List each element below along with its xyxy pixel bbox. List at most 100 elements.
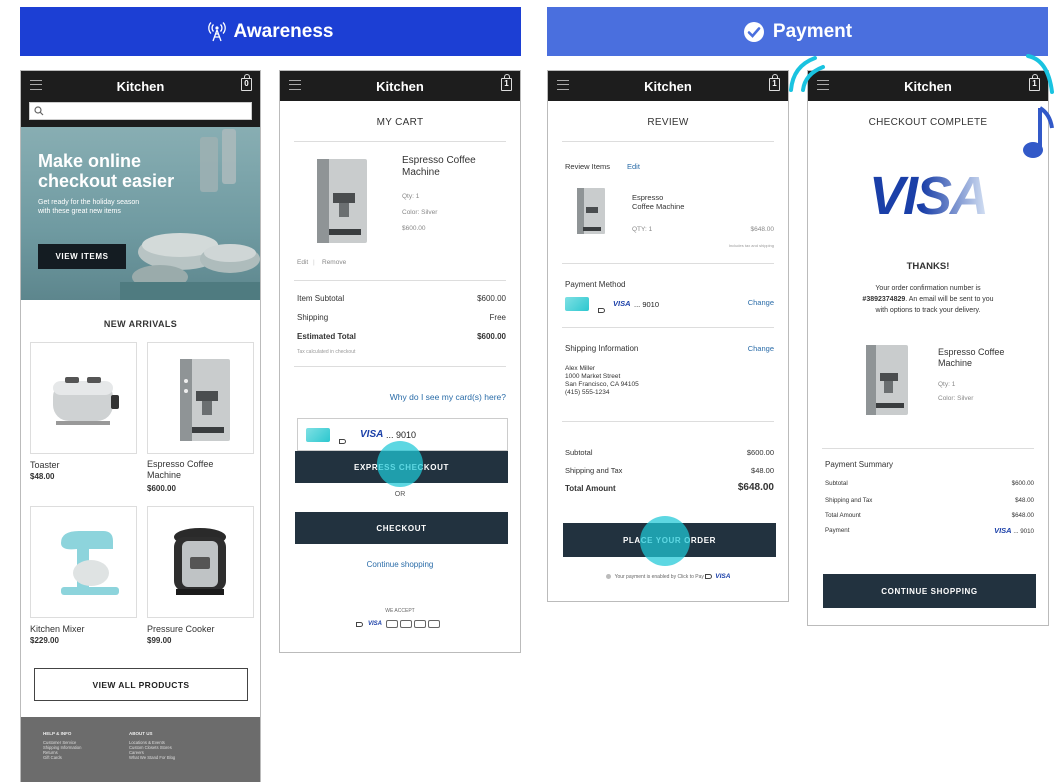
shopping-bag-icon[interactable]: 1: [769, 74, 780, 91]
footer-link[interactable]: What We Stand For Blog: [129, 755, 175, 760]
footer-help-title: HELP & INFO: [43, 731, 72, 736]
complete-item-line2: Machine: [938, 358, 973, 368]
visa-logo: VISA: [808, 166, 1048, 226]
contactless-icon: [598, 302, 608, 320]
edit-items-link[interactable]: Edit: [627, 161, 640, 173]
tap-indicator: [640, 516, 690, 566]
review-items-label: Review Items: [565, 162, 611, 171]
continue-shopping-link[interactable]: Continue shopping: [280, 559, 520, 571]
address-line: (415) 555-1234: [565, 389, 610, 396]
thanks-heading: THANKS!: [906, 261, 950, 272]
pressure-cooker-image: [174, 528, 226, 595]
payment-method-label: Payment Method: [565, 280, 626, 289]
menu-icon[interactable]: [289, 80, 301, 90]
cart-item-name-line1[interactable]: Espresso Coffee: [402, 155, 476, 167]
remove-link[interactable]: Remove: [322, 257, 346, 269]
cart-item-name-line2[interactable]: Machine: [402, 167, 440, 179]
checkout-button[interactable]: CHECKOUT: [295, 512, 508, 544]
shopping-bag-icon[interactable]: 0: [241, 74, 252, 91]
store-header: Kitchen 1: [280, 71, 520, 101]
product-price-pressure-cooker: $99.00: [147, 636, 172, 645]
product-name-mixer[interactable]: Kitchen Mixer: [30, 623, 85, 635]
tax-note: Tax calculated in checkout: [297, 349, 356, 355]
link-separator: |: [313, 259, 315, 266]
product-name-espresso[interactable]: Espresso Coffee Machine: [147, 459, 247, 481]
payment-title: Payment: [772, 20, 853, 42]
toaster-image: [53, 377, 119, 425]
review-item-price: $648.00: [750, 226, 775, 233]
change-payment-link[interactable]: Change: [748, 297, 774, 309]
summary-label: Total Amount: [825, 512, 861, 519]
review-total-label: Total Amount: [565, 484, 616, 493]
continue-shopping-button[interactable]: CONTINUE SHOPPING: [823, 574, 1036, 608]
menu-icon[interactable]: [557, 80, 569, 90]
hero-banner: Make online checkout easier Get ready fo…: [21, 127, 260, 300]
summary-card-brand: VISA: [994, 526, 1012, 535]
product-price-toaster: $48.00: [30, 472, 55, 481]
view-items-button[interactable]: VIEW ITEMS: [38, 244, 126, 269]
click-to-pay-note: Your payment is enabled by Click to Pay …: [548, 573, 788, 580]
store-title: Kitchen: [904, 78, 952, 94]
page-title: MY CART: [376, 117, 424, 128]
page-title: CHECKOUT COMPLETE: [868, 117, 988, 128]
cart-count: 1: [772, 79, 777, 88]
product-tile-mixer[interactable]: [30, 506, 137, 618]
summary-value: $600.00: [1011, 480, 1034, 487]
estimated-total-value: $600.00: [477, 332, 506, 341]
complete-item-color: Color: Silver: [938, 395, 974, 402]
address-line: Alex Miller: [565, 365, 595, 372]
click-to-pay-text: Your payment is enabled by Click to Pay: [614, 574, 704, 580]
cart-count: 0: [244, 79, 249, 88]
why-cards-link[interactable]: Why do I see my card(s) here?: [390, 391, 506, 403]
menu-icon[interactable]: [30, 80, 42, 90]
confirmation-number: #3892374829: [862, 296, 906, 303]
product-price-espresso: $600.00: [147, 484, 176, 493]
product-tile-pressure-cooker[interactable]: [147, 506, 254, 618]
espresso-machine-image: [180, 359, 230, 441]
view-all-products-button[interactable]: VIEW ALL PRODUCTS: [34, 668, 248, 701]
card-digits: ... 9010: [386, 430, 417, 440]
change-shipping-link[interactable]: Change: [748, 343, 774, 355]
espresso-machine-image: [317, 159, 367, 243]
summary-card-digits: ... 9010: [1013, 528, 1034, 535]
awareness-banner: Awareness: [20, 7, 521, 56]
store-title: Kitchen: [376, 78, 424, 94]
search-input[interactable]: [29, 102, 252, 120]
footer-link[interactable]: Gift Cards: [43, 755, 62, 760]
complete-item-qty: Qty: 1: [938, 381, 956, 388]
shopping-bag-icon[interactable]: 1: [501, 74, 512, 91]
espresso-machine-image: [577, 188, 605, 234]
payment-summary-heading: Payment Summary: [825, 460, 894, 469]
estimated-total-label: Estimated Total: [297, 332, 356, 341]
store-title: Kitchen: [116, 78, 165, 94]
cart-item-color: Color: Silver: [402, 209, 438, 216]
summary-value: $648.00: [1011, 512, 1034, 519]
store-header: Kitchen 1: [548, 71, 788, 101]
product-name-pressure-cooker[interactable]: Pressure Cooker: [147, 623, 215, 635]
review-screen: Kitchen 1 REVIEW Review Items Edit Espre…: [547, 70, 789, 602]
complete-item-line1: Espresso Coffee: [938, 347, 1005, 357]
product-tile-toaster[interactable]: [30, 342, 137, 454]
product-tile-espresso[interactable]: [147, 342, 254, 454]
item-subtotal-value: $600.00: [477, 294, 506, 303]
footer-about-title: ABOUT US: [129, 731, 153, 736]
search-icon: [34, 106, 44, 116]
contactless-waves-icon: [789, 56, 825, 92]
hero-title-line1: Make online: [38, 151, 142, 171]
product-price-mixer: $229.00: [30, 636, 59, 645]
summary-value: $48.00: [1015, 497, 1034, 504]
review-subtotal-value: $600.00: [746, 448, 774, 457]
accept-brand: VISA: [368, 621, 383, 627]
hero-subtitle-line1: Get ready for the holiday season: [38, 199, 140, 206]
click-to-pay-brand: VISA: [715, 573, 731, 580]
product-name-toaster[interactable]: Toaster: [30, 459, 60, 471]
shipping-label: Shipping: [297, 313, 329, 322]
address-line: San Francisco, CA 94105: [565, 381, 639, 388]
review-subtotal-label: Subtotal: [565, 448, 593, 457]
kitchen-mixer-image: [61, 531, 119, 595]
contactless-icon: [356, 621, 363, 627]
edit-link[interactable]: Edit: [297, 257, 308, 269]
credit-card-icon: [306, 428, 330, 442]
review-ship-tax-label: Shipping and Tax: [565, 466, 623, 475]
card-brand: VISA: [360, 429, 384, 440]
